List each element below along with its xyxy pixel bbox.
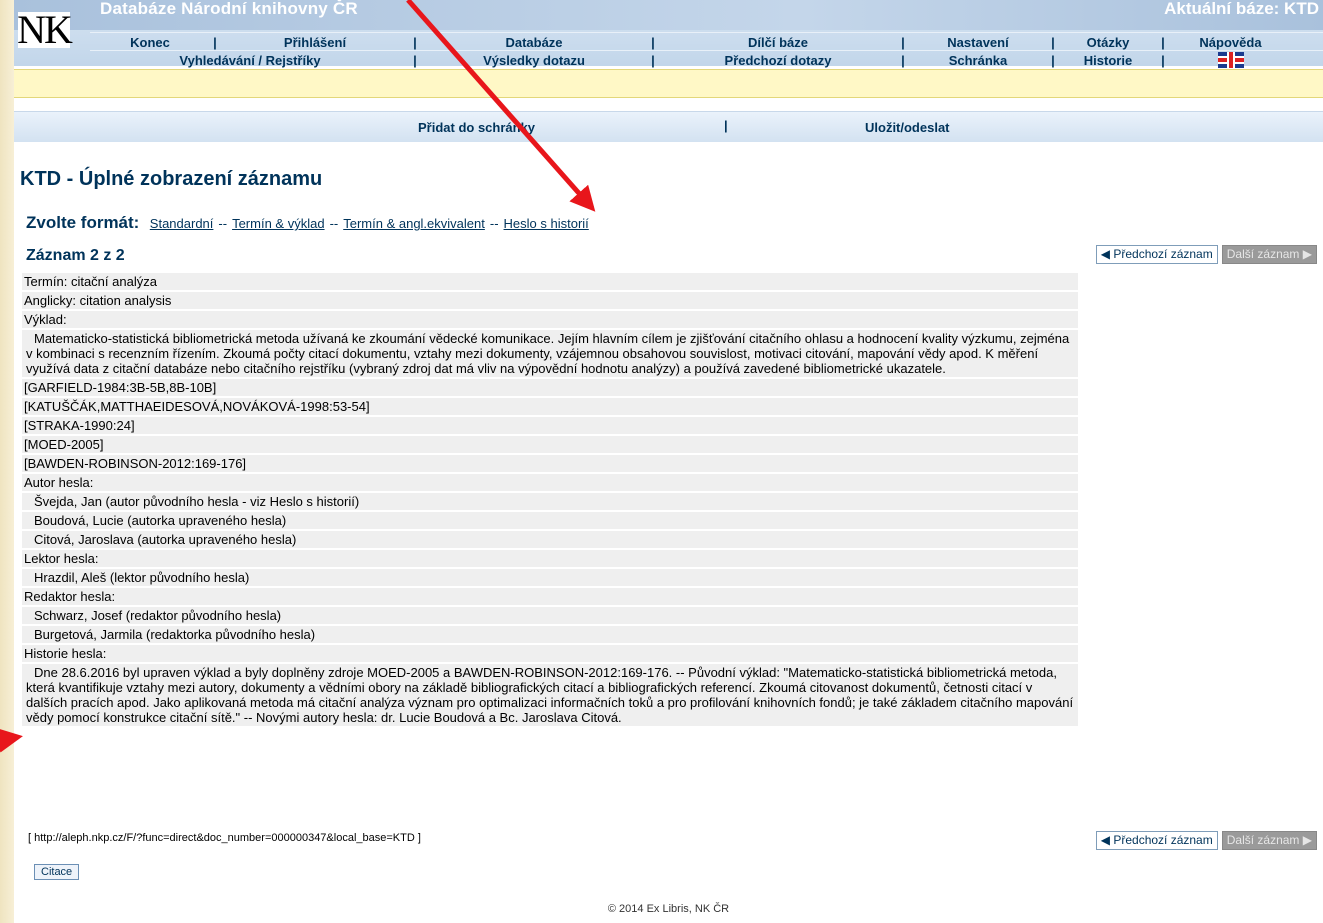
nav-schranka[interactable]: Schránka [908,53,1048,68]
nav-dilci-baze[interactable]: Dílčí báze [658,35,898,50]
nav-konec[interactable]: Konec [90,35,210,50]
record-nav-bottom: ◀ Předchozí záznam Další záznam ▶ [1095,831,1317,850]
record-row: Lektor hesla: [22,550,1078,567]
slide-left-strip [0,0,14,923]
format-termin-angl[interactable]: Termín & angl.ekvivalent [343,216,485,231]
record-row: Autor hesla: [22,474,1078,491]
nav-separator: | [1161,52,1165,68]
language-switch[interactable] [1168,52,1293,69]
page-title: KTD - Úplné zobrazení záznamu [20,168,323,190]
opac-page: NK Databáze Národní knihovny ČR Aktuální… [14,0,1323,923]
header: NK Databáze Národní knihovny ČR Aktuální… [14,0,1323,69]
record-row: Matematicko-statistická bibliometrická m… [22,330,1078,377]
format-label: Zvolte formát: [26,213,140,232]
format-heslo-historie[interactable]: Heslo s historií [504,216,589,231]
nav-otazky[interactable]: Otázky [1058,35,1158,50]
nav-separator: | [901,34,905,50]
record-row: Citová, Jaroslava (autorka upraveného he… [22,531,1078,548]
next-record-button: Další záznam ▶ [1221,245,1317,264]
record-row: Švejda, Jan (autor původního hesla - viz… [22,493,1078,510]
nav-vyhledavani[interactable]: Vyhledávání / Rejstříky [90,53,410,68]
nav-separator: | [651,34,655,50]
record-row: Boudová, Lucie (autorka upraveného hesla… [22,512,1078,529]
action-separator: | [724,118,728,133]
prev-record-button[interactable]: ◀ Předchozí záznam [1095,245,1218,264]
format-selector: Zvolte formát: Standardní -- Termín & výkl… [26,213,589,233]
secondary-nav: Vyhledávání / Rejstříky | Výsledky dotaz… [90,50,1323,69]
record-row: Termín: citační analýza [22,273,1078,290]
nav-separator: | [413,34,417,50]
record-row: Hrazdil, Aleš (lektor původního hesla) [22,569,1078,586]
prev-record-button[interactable]: ◀ Předchozí záznam [1095,831,1218,850]
record-row: Redaktor hesla: [22,588,1078,605]
format-separator: -- [329,216,339,231]
citation-button[interactable]: Citace [34,864,80,880]
nav-separator: | [1161,34,1165,50]
record-row: Výklad: [22,311,1078,328]
uk-flag-icon [1217,52,1244,69]
record-row: Anglicky: citation analysis [22,292,1078,309]
action-bar: Přidat do schránky | Uložit/odeslat [14,111,1323,142]
nav-separator: | [213,34,217,50]
record-row: [GARFIELD-1984:3B-5B,8B-10B] [22,379,1078,396]
main-nav: Konec | Přihlášení | Databáze | Dílčí bá… [90,32,1323,51]
format-termin-vyklad[interactable]: Termín & výklad [232,216,324,231]
nk-logo: NK [17,7,73,52]
format-separator: -- [489,216,499,231]
current-base: Aktuální báze: KTD [1164,0,1319,18]
record-row: [MOED-2005] [22,436,1078,453]
nav-nastaveni[interactable]: Nastavení [908,35,1048,50]
format-separator: -- [218,216,228,231]
permalink[interactable]: [ http://aleph.nkp.cz/F/?func=direct&doc… [28,832,421,844]
record-count: Záznam 2 z 2 [26,247,125,264]
nav-predchozi-dotazy[interactable]: Předchozí dotazy [658,53,898,68]
nav-separator: | [901,52,905,68]
nav-prihlaseni[interactable]: Přihlášení [220,35,410,50]
record-row: [BAWDEN-ROBINSON-2012:169-176] [22,455,1078,472]
nav-vysledky-dotazu[interactable]: Výsledky dotazu [420,53,648,68]
nav-napoveda[interactable]: Nápověda [1168,35,1293,50]
nav-separator: | [651,52,655,68]
record-row: [STRAKA-1990:24] [22,417,1078,434]
logo-text: NK [17,7,73,52]
save-send-link[interactable]: Uložit/odeslat [865,120,950,135]
record-row: Schwarz, Josef (redaktor původního hesla… [22,607,1078,624]
format-standardni[interactable]: Standardní [150,216,214,231]
record-table: Termín: citační analýza Anglicky: citatio… [22,273,1078,728]
nav-databaze[interactable]: Databáze [420,35,648,50]
footer-copyright: © 2014 Ex Libris, NK ČR [607,903,730,915]
nav-historie[interactable]: Historie [1058,53,1158,68]
add-to-basket-link[interactable]: Přidat do schránky [418,120,535,135]
record-nav-top: ◀ Předchozí záznam Další záznam ▶ [1095,245,1317,264]
nav-separator: | [1051,52,1055,68]
record-row: Dne 28.6.2016 byl upraven výklad a byly … [22,664,1078,726]
nav-separator: | [413,52,417,68]
next-record-button: Další záznam ▶ [1221,831,1317,850]
message-bar [14,69,1323,98]
record-row: [KATUŠČÁK,MATTHAEIDESOVÁ,NOVÁKOVÁ-1998:5… [22,398,1078,415]
nav-separator: | [1051,34,1055,50]
database-title: Databáze Národní knihovny ČR [100,0,358,18]
record-row: Historie hesla: [22,645,1078,662]
record-row: Burgetová, Jarmila (redaktorka původního… [22,626,1078,643]
